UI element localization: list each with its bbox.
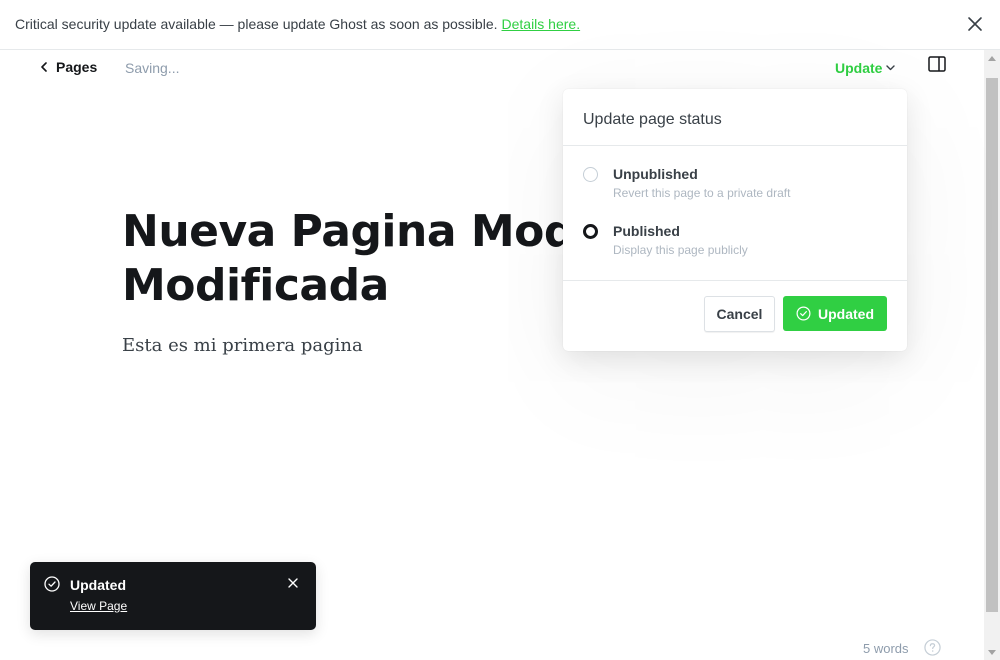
updated-button-label: Updated [818, 305, 874, 322]
banner-message-text: Critical security update available — ple… [15, 16, 498, 32]
scrollbar-thumb[interactable] [986, 78, 998, 612]
view-page-link[interactable]: View Page [70, 599, 127, 613]
update-label: Update [835, 60, 883, 76]
banner-details-link[interactable]: Details here. [502, 16, 581, 32]
banner-message: Critical security update available — ple… [15, 16, 580, 32]
radio-label-unpublished: Unpublished [613, 166, 698, 182]
updated-button[interactable]: Updated [783, 296, 887, 331]
scroll-up-arrow-icon[interactable] [988, 56, 996, 61]
radio-description-unpublished: Revert this page to a private draft [613, 186, 791, 200]
back-to-pages-link[interactable]: Pages [40, 59, 97, 75]
sidebar-toggle-icon[interactable] [928, 56, 946, 72]
popover-divider-top [563, 145, 907, 146]
toast-notification: Updated View Page [30, 562, 316, 630]
radio-option-unpublished[interactable]: Unpublished Revert this page to a privat… [583, 166, 883, 211]
update-status-popover: Update page status Unpublished Revert th… [563, 89, 907, 351]
word-count: 5 words [863, 641, 909, 656]
toast-title: Updated [70, 577, 126, 593]
save-status: Saving... [125, 60, 180, 76]
back-label: Pages [56, 59, 98, 75]
scroll-down-arrow-icon[interactable] [988, 650, 996, 655]
popover-title: Update page status [583, 111, 722, 128]
chevron-left-icon [41, 62, 47, 72]
radio-label-published: Published [613, 223, 680, 239]
radio-option-published[interactable]: Published Display this page publicly [583, 223, 883, 268]
page-body[interactable]: Esta es mi primera pagina [122, 335, 363, 356]
check-circle-icon [44, 576, 60, 592]
help-icon[interactable] [924, 639, 941, 656]
check-circle-icon [796, 306, 811, 321]
update-dropdown-button[interactable]: Update [835, 60, 896, 76]
popover-divider-bottom [563, 280, 907, 281]
close-icon[interactable] [965, 14, 985, 34]
radio-description-published: Display this page publicly [613, 243, 748, 257]
close-icon[interactable] [288, 578, 298, 588]
security-banner: Critical security update available — ple… [0, 0, 1000, 50]
chevron-down-icon [886, 65, 896, 71]
cancel-button[interactable]: Cancel [704, 296, 775, 332]
radio-button-unpublished[interactable] [583, 167, 598, 182]
radio-button-published[interactable] [583, 224, 598, 239]
